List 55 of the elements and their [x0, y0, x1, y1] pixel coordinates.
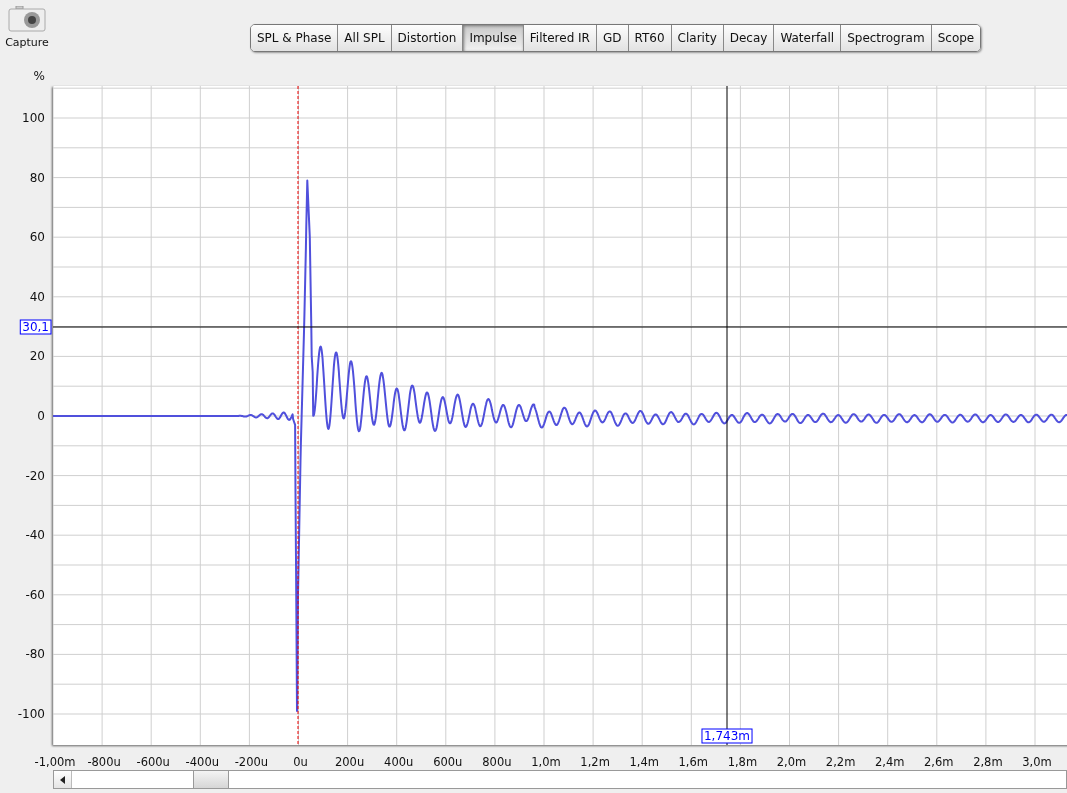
axis-tick-label: -400u	[185, 755, 219, 769]
axis-tick-label: -1,00m	[34, 755, 76, 769]
horizontal-scrollbar[interactable]	[53, 770, 1067, 789]
axis-tick-label: 2,0m	[776, 755, 807, 769]
tab[interactable]: All SPL	[338, 25, 392, 51]
axis-tick-label: -40	[25, 528, 45, 543]
tab[interactable]: RT60	[628, 25, 672, 51]
axis-tick-label: -200u	[234, 755, 269, 769]
axis-tick-label: 200u	[335, 755, 365, 769]
axis-tick-label: 100	[22, 111, 45, 125]
camera-icon	[8, 6, 46, 32]
tab[interactable]: Decay	[723, 25, 775, 51]
axis-tick-label: 800u	[482, 755, 512, 769]
tab[interactable]: Scope	[931, 25, 981, 51]
axis-tick-label: 0u	[293, 755, 308, 769]
axis-tick-label: 40	[29, 289, 45, 304]
axis-tick-label: 2,4m	[874, 755, 905, 769]
axis-tick-label: 1,0m	[531, 755, 561, 769]
axis-tick-label: -20	[25, 468, 45, 483]
axis-tick-label: 600u	[433, 755, 463, 769]
scroll-left-button[interactable]	[54, 771, 72, 788]
tab[interactable]: Distortion	[391, 25, 464, 51]
axis-tick-label: 2,2m	[825, 755, 856, 769]
axis-tick-label: 60	[29, 230, 45, 245]
axis-tick-label: 2,8m	[973, 755, 1003, 769]
axis-tick-label: 1,4m	[629, 755, 659, 769]
axis-tick-label: 80	[29, 170, 45, 185]
cursor-line[interactable]	[726, 86, 728, 745]
axis-tick-label: 400u	[384, 755, 414, 769]
axis-tick-label: 3,0m	[1022, 755, 1052, 769]
cursor-readout: 1,743m	[701, 728, 753, 744]
axis-tick-label: -600u	[136, 755, 170, 769]
axis-unit-label: %	[33, 69, 45, 83]
axis-tick-label: -80	[25, 647, 45, 662]
capture-button[interactable]: Capture	[0, 0, 54, 62]
axis-tick-label: 2,6m	[924, 755, 954, 769]
axis-tick-label: 20	[29, 349, 45, 364]
axis-tick-label: 1,6m	[678, 755, 709, 769]
axis-tick-label: -800u	[87, 755, 121, 769]
tab[interactable]: Filtered IR	[523, 25, 597, 51]
left-arrow-icon	[60, 775, 65, 784]
axis-tick-label: 0	[37, 409, 45, 423]
tab[interactable]: Waterfall	[774, 25, 842, 51]
tab[interactable]: SPL & Phase	[251, 25, 339, 51]
tab[interactable]: Impulse	[463, 25, 524, 51]
tab[interactable]: Spectrogram	[841, 25, 932, 51]
scrollbar-thumb[interactable]	[193, 771, 229, 788]
axis-tick-label: -100	[17, 707, 45, 721]
tab[interactable]: Clarity	[671, 25, 724, 51]
tab[interactable]: GD	[596, 25, 629, 51]
cursor-readout: 30,1	[19, 319, 52, 335]
cursor-line[interactable]	[53, 326, 1067, 328]
axis-tick-label: 1,2m	[580, 755, 610, 769]
axis-tick-label: 1,8m	[727, 755, 758, 769]
axis-tick-label: -60	[25, 587, 45, 602]
